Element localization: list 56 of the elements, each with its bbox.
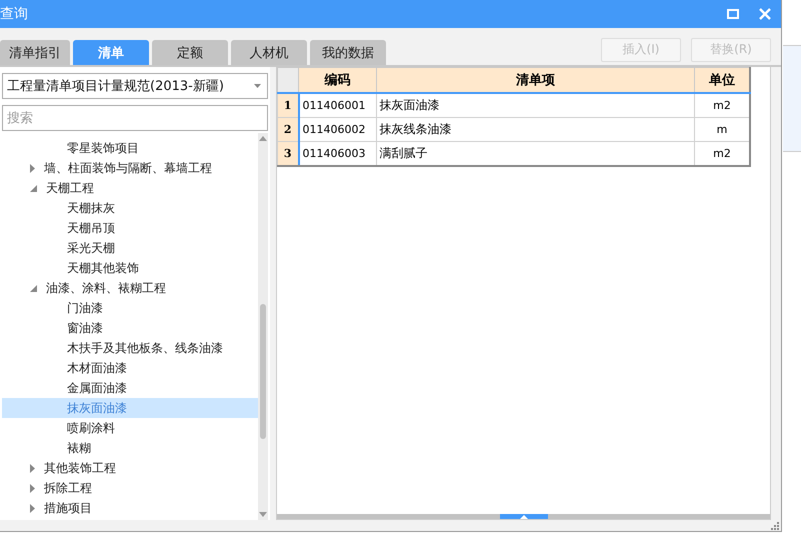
table-cell: 抹灰线条油漆 (376, 118, 694, 142)
scrollbar[interactable] (258, 133, 268, 520)
scrollbar-thumb[interactable] (260, 304, 266, 439)
tree-item[interactable]: 裱糊 (2, 438, 258, 458)
tree-item[interactable]: 措施项目 (44, 500, 92, 516)
table-cell: 011406003 (298, 142, 376, 166)
column-header[interactable]: 单位 (694, 68, 750, 93)
tree-item[interactable]: 天棚工程 (46, 180, 94, 196)
tree-item[interactable]: 天棚其他装饰 (2, 258, 258, 278)
expanded-arrow-icon[interactable] (30, 184, 37, 192)
close-icon[interactable] (759, 8, 771, 20)
row-number: 2 (278, 118, 298, 142)
collapsed-arrow-icon[interactable] (30, 164, 35, 172)
tree-item[interactable]: 喷刷涂料 (2, 418, 258, 438)
tree-item[interactable]: 木材面油漆 (2, 358, 258, 378)
collapsed-arrow-icon[interactable] (30, 464, 35, 472)
tree-item[interactable]: 木扶手及其他板条、线条油漆 (2, 338, 258, 358)
tree-item[interactable]: 采光天棚 (2, 238, 258, 258)
table-cell: 011406002 (298, 118, 376, 142)
tab[interactable]: 人材机 (231, 40, 307, 65)
tree-item[interactable]: 油漆、涂料、裱糊工程 (46, 280, 166, 296)
tree-item[interactable]: 窗油漆 (2, 318, 258, 338)
tree-item[interactable]: 金属面油漆 (2, 378, 258, 398)
search-field[interactable]: 搜索 (2, 105, 268, 131)
table-cell: 满刮腻子 (376, 142, 694, 166)
table-cell: m2 (694, 93, 750, 118)
column-header[interactable]: 清单项 (376, 68, 694, 93)
resize-grip-icon[interactable] (771, 522, 779, 530)
scroll-up-icon[interactable] (259, 136, 267, 141)
tree-item[interactable]: 天棚抹灰 (2, 198, 258, 218)
library-dropdown[interactable]: 工程量清单项目计量规范(2013-新疆) (2, 73, 268, 99)
row-number: 3 (278, 142, 298, 166)
tree-item[interactable]: 天棚吊顶 (2, 218, 258, 238)
tree-item[interactable]: 墙、柱面装饰与隔断、幕墙工程 (44, 160, 212, 176)
tree-item[interactable]: 其他装饰工程 (44, 460, 116, 476)
table-cell: m2 (694, 142, 750, 166)
table-cell: m (694, 118, 750, 142)
window-title: 查询 (0, 5, 28, 23)
tab[interactable]: 我的数据 (310, 40, 386, 65)
collapsed-arrow-icon[interactable] (30, 484, 35, 492)
scrollbar-thumb[interactable] (500, 514, 548, 519)
row-number: 1 (278, 93, 298, 118)
collapsed-arrow-icon[interactable] (30, 504, 35, 512)
scrollbar[interactable] (277, 514, 770, 519)
column-header[interactable]: 编码 (298, 68, 376, 93)
tree-item[interactable]: 门油漆 (2, 298, 258, 318)
maximize-icon[interactable] (727, 9, 739, 19)
tab[interactable]: 定额 (152, 40, 228, 65)
tab[interactable]: 清单指引 (0, 40, 70, 65)
caret-icon (254, 84, 261, 88)
table-cell: 011406001 (298, 93, 376, 118)
scroll-down-icon[interactable] (259, 512, 267, 517)
tree-item[interactable]: 拆除工程 (44, 480, 92, 496)
tree-item[interactable]: 零星装饰项目 (2, 138, 258, 158)
expanded-arrow-icon[interactable] (30, 284, 37, 292)
table-cell: 抹灰面油漆 (376, 93, 694, 118)
